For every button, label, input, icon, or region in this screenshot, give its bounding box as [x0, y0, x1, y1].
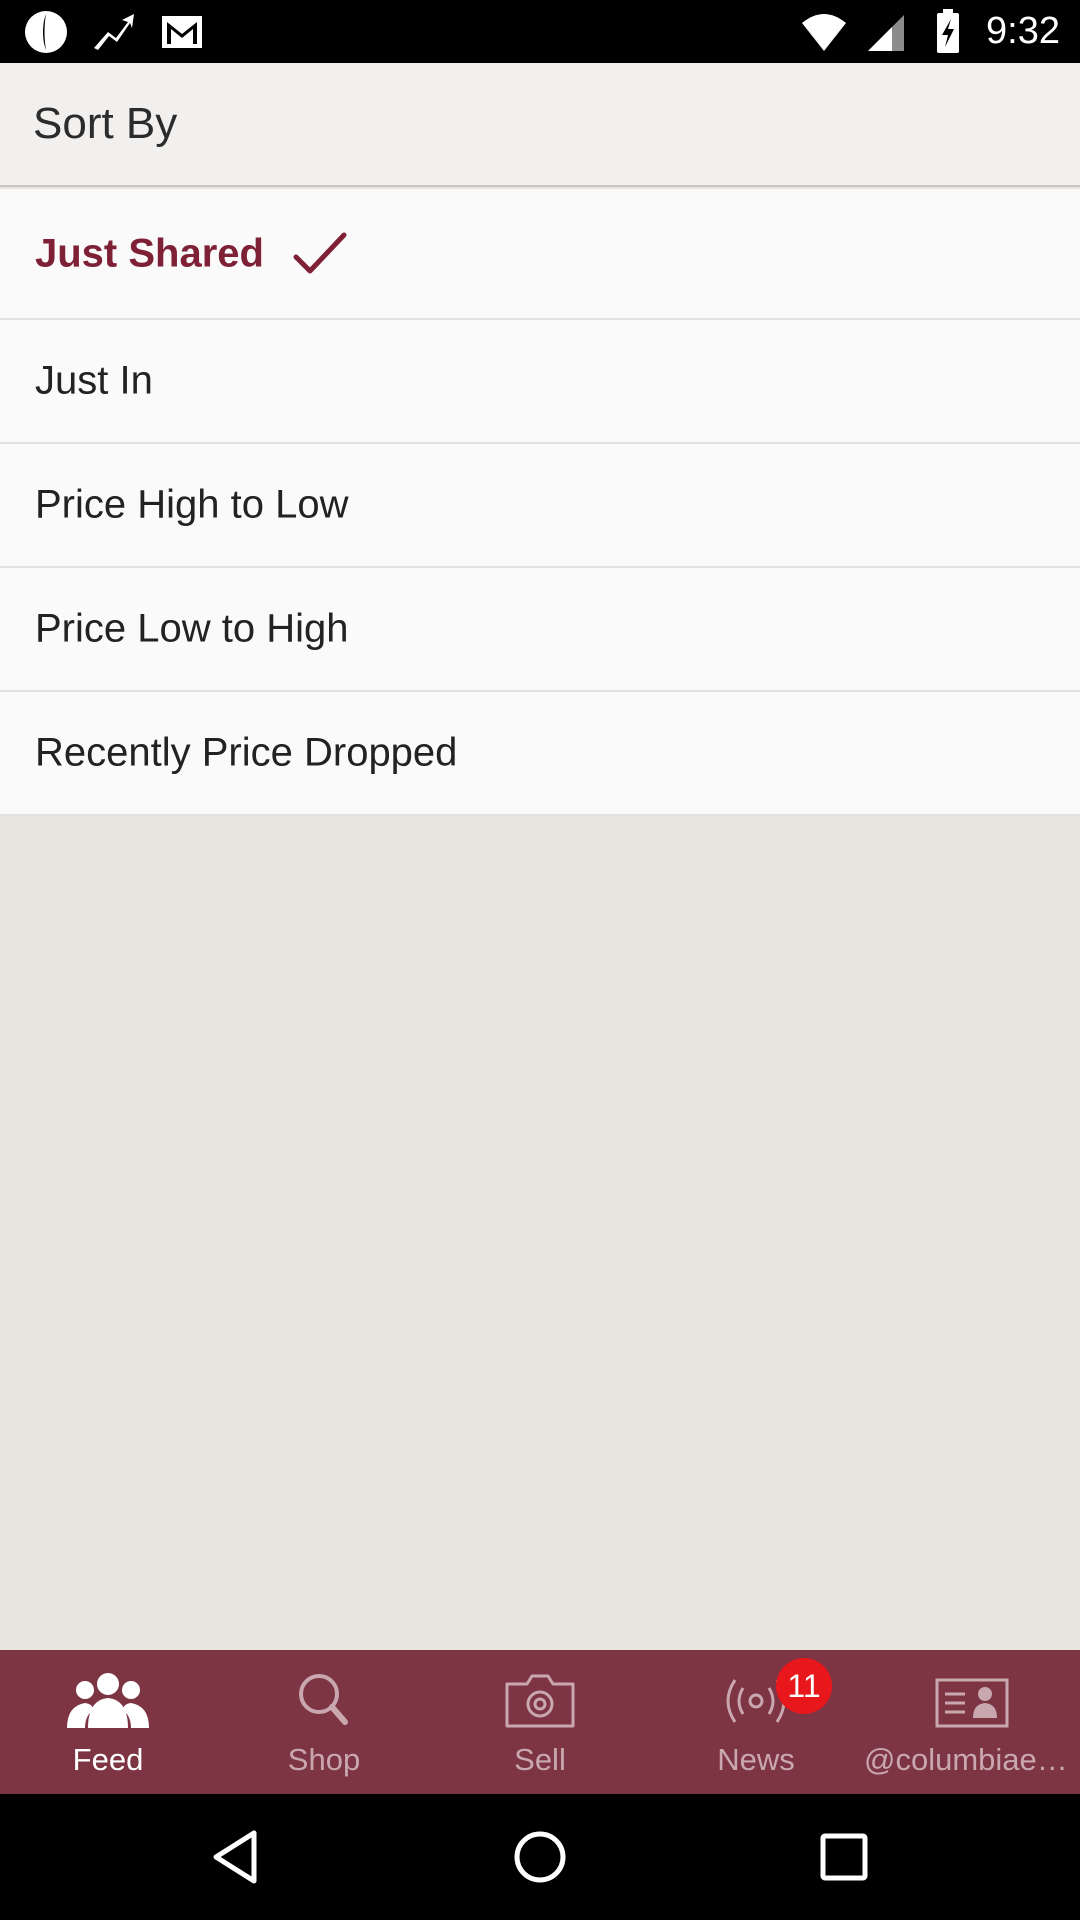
battery-charging-icon [937, 9, 960, 53]
bottom-tab-bar: Feed Shop Sell 11 News @columbiaex… [0, 1650, 1080, 1794]
camera-icon [505, 1674, 575, 1728]
sort-option-label: Price High to Low [35, 482, 349, 527]
cell-signal-icon [868, 15, 905, 51]
sort-option-just-in[interactable]: Just In [0, 320, 1080, 444]
status-bar: 9:32 [0, 0, 1080, 63]
back-icon[interactable] [206, 1827, 266, 1887]
people-icon [67, 1673, 149, 1728]
tab-label: Sell [514, 1742, 566, 1777]
tab-sell[interactable]: Sell [432, 1650, 648, 1794]
sort-option-price-high-to-low[interactable]: Price High to Low [0, 444, 1080, 568]
sort-option-just-shared[interactable]: Just Shared [0, 189, 1080, 320]
checkmark-icon [293, 232, 347, 273]
tab-label: Feed [72, 1742, 144, 1777]
page-title: Sort By [33, 99, 178, 148]
gmail-icon [162, 16, 202, 48]
sort-option-label: Recently Price Dropped [35, 730, 458, 775]
profile-card-icon [935, 1678, 1009, 1728]
sort-header: Sort By [0, 63, 1080, 187]
tab-news[interactable]: 11 News [648, 1650, 864, 1794]
app-notification-icon [25, 11, 67, 53]
home-icon[interactable] [510, 1827, 570, 1887]
wifi-icon [802, 14, 847, 51]
tab-feed[interactable]: Feed [0, 1650, 216, 1794]
recents-icon[interactable] [814, 1827, 874, 1887]
sort-option-label: Just In [35, 358, 153, 403]
sort-option-price-low-to-high[interactable]: Price Low to High [0, 568, 1080, 692]
sort-option-label: Price Low to High [35, 606, 349, 651]
tab-label: @columbiaex… [864, 1742, 1080, 1777]
system-nav-bar [0, 1794, 1080, 1920]
trending-icon [94, 14, 134, 50]
tab-shop[interactable]: Shop [216, 1650, 432, 1794]
status-time: 9:32 [986, 10, 1060, 52]
empty-background [0, 818, 1080, 1650]
sort-option-label: Just Shared [35, 231, 264, 275]
tab-label: News [717, 1742, 795, 1777]
tab-profile[interactable]: @columbiaex… [864, 1650, 1080, 1794]
notification-badge: 11 [776, 1658, 832, 1714]
search-icon [299, 1674, 348, 1725]
tab-label: Shop [287, 1742, 361, 1777]
sort-options-list: Just Shared Just In Price High to Low Pr… [0, 189, 1080, 816]
sort-option-recently-price-dropped[interactable]: Recently Price Dropped [0, 692, 1080, 816]
